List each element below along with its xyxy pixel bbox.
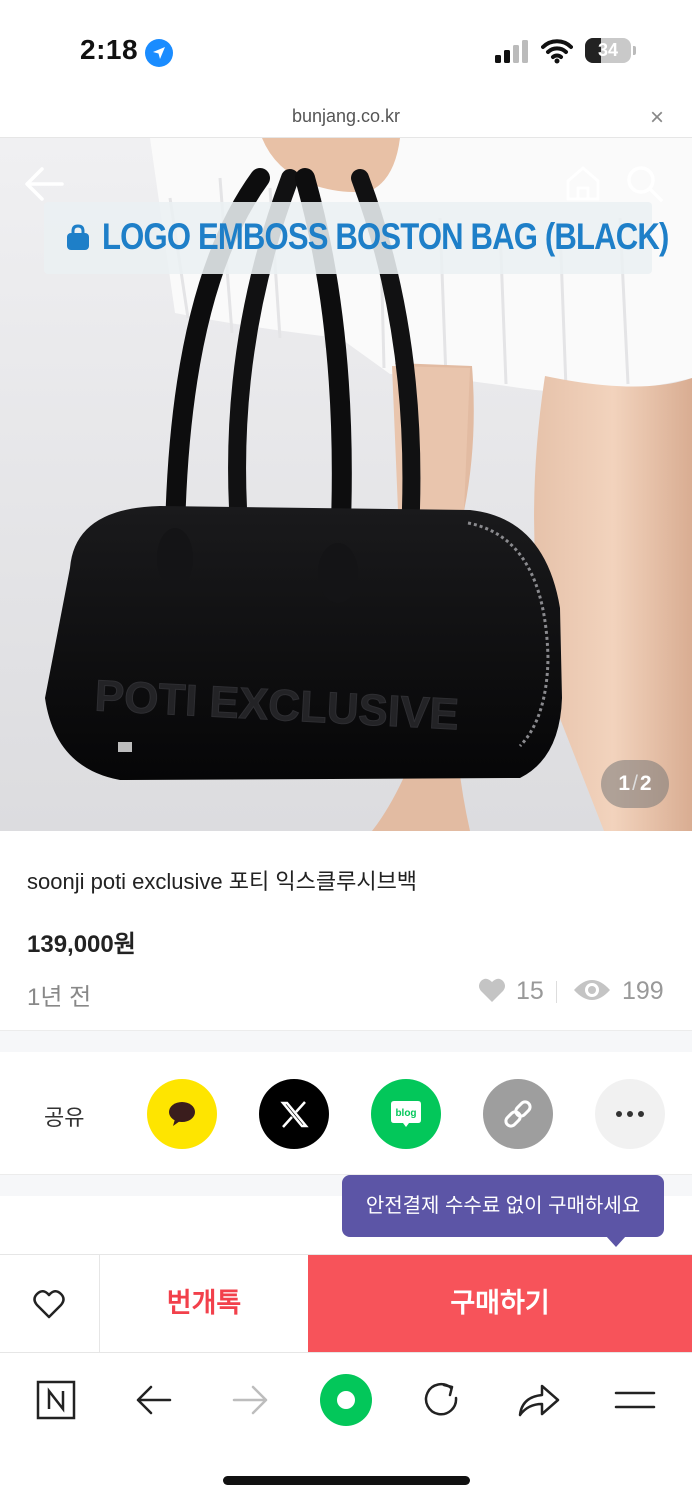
forward-arrow-icon: [232, 1385, 268, 1415]
menu-button[interactable]: [605, 1371, 665, 1431]
green-dot-icon: [320, 1374, 372, 1426]
back-arrow-icon: [136, 1385, 172, 1415]
banner-text: LOGO EMBOSS BOSTON BAG (BLACK): [102, 216, 669, 257]
x-logo-icon: [280, 1101, 309, 1128]
kakao-share-button[interactable]: [147, 1079, 217, 1149]
product-info: soonji poti exclusive 포티 익스클루시브백 139,000…: [0, 831, 692, 1030]
reload-button[interactable]: [412, 1371, 472, 1431]
naver-n-icon: [36, 1380, 76, 1420]
home-icon[interactable]: [563, 163, 603, 203]
search-icon[interactable]: [624, 163, 664, 203]
green-dot-button[interactable]: [316, 1371, 376, 1431]
safe-payment-tooltip: 안전결제 수수료 없이 구매하세요: [342, 1175, 664, 1237]
back-arrow-icon[interactable]: [24, 166, 64, 202]
counter-total: 2: [639, 772, 652, 795]
like-count-value: 15: [516, 977, 544, 1005]
url-text[interactable]: bunjang.co.kr: [0, 106, 692, 127]
blog-icon: blog: [391, 1101, 421, 1127]
product-price: 139,000원: [27, 931, 136, 958]
favorite-button[interactable]: [0, 1255, 100, 1352]
browser-url-bar[interactable]: bunjang.co.kr ×: [0, 100, 692, 138]
blog-share-button[interactable]: blog: [371, 1079, 441, 1149]
battery-tip: [633, 46, 636, 55]
kakao-icon: [169, 1102, 195, 1126]
home-indicator: [223, 1476, 470, 1485]
counter-current: 1: [618, 772, 631, 795]
browser-forward-button[interactable]: [220, 1371, 280, 1431]
share-row: 공유 blog: [0, 1052, 692, 1174]
heart-icon: [33, 1290, 65, 1319]
signal-icon: [495, 40, 528, 63]
posted-time: 1년 전: [27, 984, 92, 1011]
battery-percent: 34: [597, 40, 619, 60]
view-count-value: 199: [622, 977, 664, 1005]
share-label: 공유: [44, 1105, 85, 1130]
section-divider: [0, 1030, 692, 1052]
location-arrow-icon: [145, 39, 173, 67]
naver-home-button[interactable]: [27, 1371, 87, 1431]
close-icon[interactable]: ×: [646, 104, 668, 132]
copy-link-button[interactable]: [483, 1079, 553, 1149]
menu-icon: [614, 1391, 656, 1409]
battery-icon: 34: [585, 38, 631, 63]
shopping-bag-icon: [67, 224, 89, 250]
tooltip-tail: [606, 1236, 626, 1247]
share-icon: [518, 1384, 560, 1417]
x-share-button[interactable]: [259, 1079, 329, 1149]
blog-icon-text: blog: [395, 1108, 416, 1119]
link-icon: [504, 1100, 532, 1128]
status-bar: 2:18 34: [0, 0, 692, 100]
status-time: 2:18: [80, 34, 139, 65]
product-name-banner: LOGO EMBOSS BOSTON BAG (BLACK): [44, 202, 669, 274]
eye-icon: [574, 980, 610, 1000]
buy-button[interactable]: 구매하기: [308, 1255, 692, 1352]
more-icon: [616, 1111, 644, 1117]
chat-button[interactable]: 번개톡: [100, 1255, 308, 1352]
reload-icon: [424, 1383, 458, 1416]
more-share-button[interactable]: [595, 1079, 665, 1149]
wifi-icon: [541, 39, 573, 64]
share-button[interactable]: [508, 1371, 568, 1431]
heart-icon: [479, 978, 505, 1002]
counter-separator: /: [632, 772, 638, 795]
browser-back-button[interactable]: [124, 1371, 184, 1431]
image-counter: 1/2: [601, 760, 669, 808]
product-title: soonji poti exclusive 포티 익스클루시브백: [27, 869, 418, 894]
stat-divider: [556, 981, 557, 1003]
bottom-action-bar: 번개톡 구매하기: [0, 1254, 692, 1352]
product-image-carousel[interactable]: POTI EXCLUSIVE LOGO EMBOSS BOSTON BAG (B…: [0, 138, 692, 831]
